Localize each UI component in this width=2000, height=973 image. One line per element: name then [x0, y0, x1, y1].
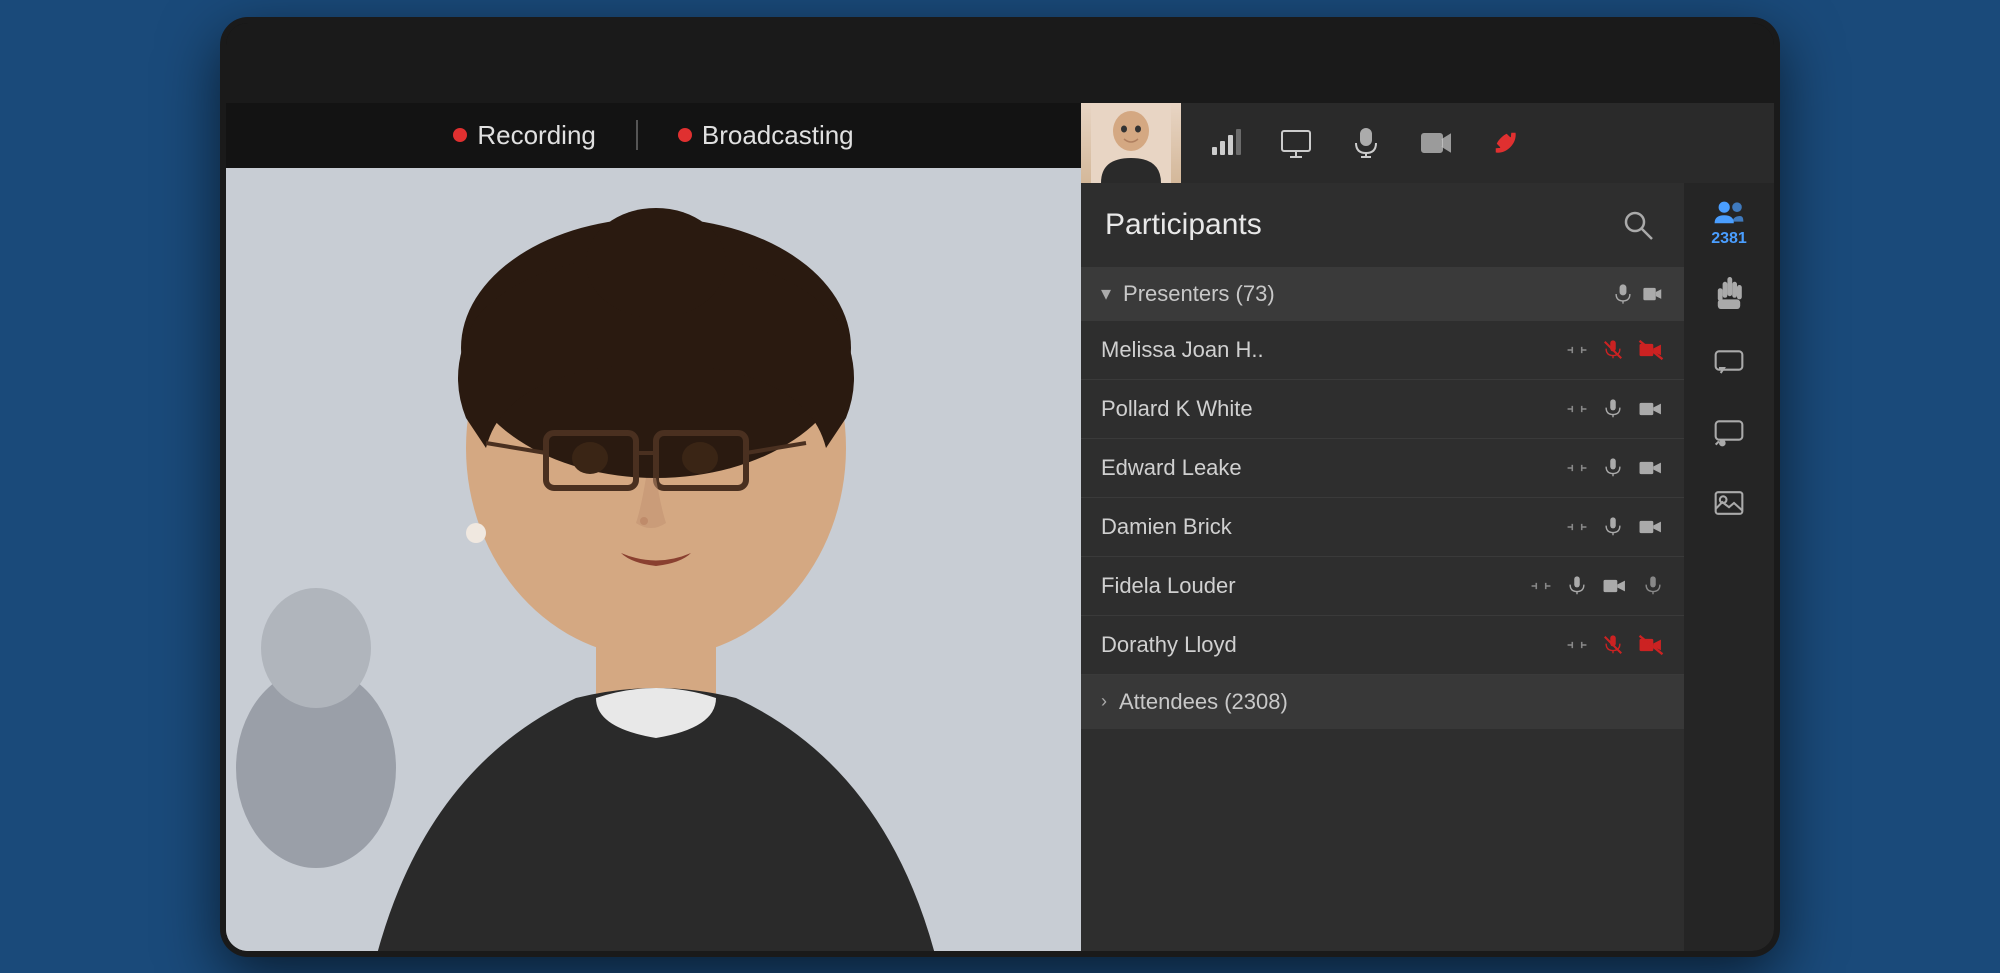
participant-row[interactable]: Dorathy Lloyd	[1081, 616, 1684, 675]
broadcasting-label: Broadcasting	[702, 120, 854, 151]
participant-name: Melissa Joan H..	[1101, 337, 1566, 363]
participant-row[interactable]: Fidela Louder	[1081, 557, 1684, 616]
video-area	[226, 168, 1081, 951]
participant-row[interactable]: Damien Brick	[1081, 498, 1684, 557]
recording-dot	[453, 128, 467, 142]
participant-icons	[1566, 339, 1664, 361]
participant-icons	[1566, 634, 1664, 656]
participant-row[interactable]: Pollard K White	[1081, 380, 1684, 439]
participant-name: Dorathy Lloyd	[1101, 632, 1566, 658]
participant-icons	[1566, 398, 1664, 420]
search-button[interactable]	[1616, 203, 1660, 247]
sidebar-participants-button[interactable]: 2381	[1694, 193, 1764, 253]
participants-title: Participants	[1105, 208, 1616, 242]
status-divider	[636, 120, 638, 150]
top-bar	[226, 23, 1774, 103]
sidebar-raise-hand-button[interactable]	[1694, 263, 1764, 323]
screen-share-button[interactable]	[1261, 103, 1331, 183]
participants-panel: Participants ▾ Presenters (73)	[1081, 183, 1684, 951]
sidebar-gallery-button[interactable]	[1694, 473, 1764, 533]
video-button[interactable]	[1401, 103, 1471, 183]
microphone-button[interactable]	[1331, 103, 1401, 183]
presenter-header-icons	[1612, 283, 1664, 305]
participant-list: Melissa Joan H..	[1081, 321, 1684, 675]
attendees-section-header[interactable]: › Attendees (2308)	[1081, 675, 1684, 729]
toolbar	[1081, 103, 1774, 183]
participant-name: Pollard K White	[1101, 396, 1566, 422]
recording-status: Recording	[453, 120, 596, 151]
avatar-image	[1081, 103, 1181, 183]
participant-name: Edward Leake	[1101, 455, 1566, 481]
attendees-title: Attendees (2308)	[1119, 689, 1288, 715]
participant-row[interactable]: Melissa Joan H..	[1081, 321, 1684, 380]
participant-name: Fidela Louder	[1101, 573, 1530, 599]
status-bar: Recording Broadcasting	[226, 103, 1081, 168]
sidebar-chat-button[interactable]	[1694, 333, 1764, 393]
presenter-avatar[interactable]	[1081, 103, 1181, 183]
participant-icons	[1566, 457, 1664, 479]
participants-header: Participants	[1081, 183, 1684, 267]
broadcasting-dot	[678, 128, 692, 142]
right-sidebar: 2381	[1684, 183, 1774, 951]
broadcasting-status: Broadcasting	[678, 120, 854, 151]
participant-row[interactable]: Edward Leake	[1081, 439, 1684, 498]
device-inner: Recording Broadcasting	[226, 23, 1774, 951]
device-frame: Recording Broadcasting	[220, 17, 1780, 957]
signal-button[interactable]	[1191, 103, 1261, 183]
end-call-button[interactable]	[1471, 103, 1541, 183]
participant-icons	[1530, 575, 1664, 597]
recording-label: Recording	[477, 120, 596, 151]
participant-count: 2381	[1711, 230, 1747, 248]
presenters-section-header[interactable]: ▾ Presenters (73)	[1081, 267, 1684, 321]
presenters-title: Presenters (73)	[1123, 281, 1600, 307]
sidebar-qa-button[interactable]	[1694, 403, 1764, 463]
participant-icons	[1566, 516, 1664, 538]
participant-name: Damien Brick	[1101, 514, 1566, 540]
toolbar-icons	[1181, 103, 1774, 183]
